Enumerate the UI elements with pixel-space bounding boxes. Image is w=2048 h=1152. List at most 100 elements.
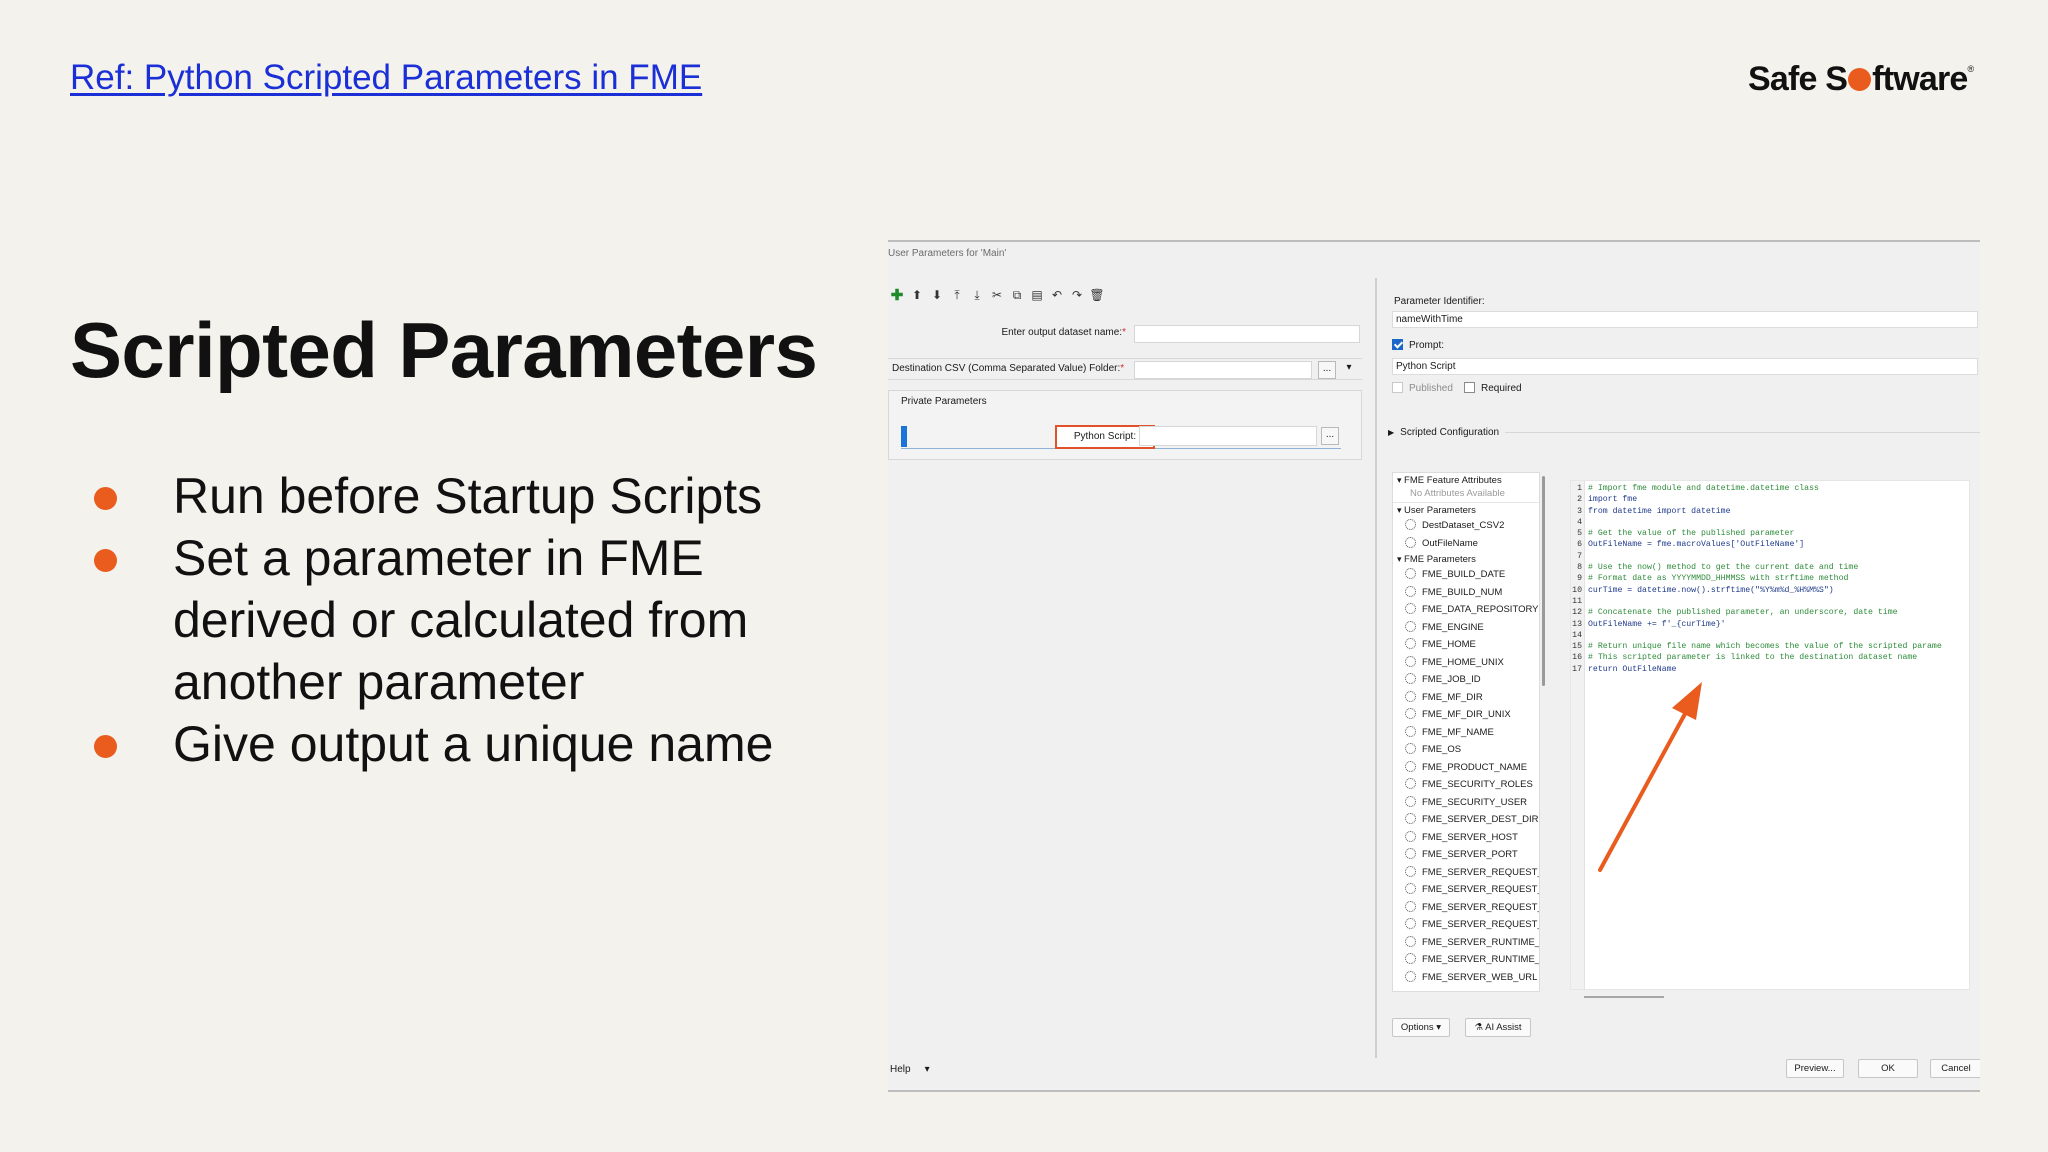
bullet-item: Run before Startup Scripts xyxy=(92,465,812,527)
tree-item[interactable]: FME_SERVER_REQUEST_I xyxy=(1393,864,1539,882)
tree-item-label: FME_SERVER_HOST xyxy=(1422,831,1518,843)
parameter-icon xyxy=(1405,743,1416,754)
tree-item[interactable]: FME_SECURITY_ROLES xyxy=(1393,776,1539,794)
delete-icon[interactable]: 🗑 xyxy=(1088,288,1106,302)
parameter-icon xyxy=(1405,813,1416,824)
ai-assist-button[interactable]: ⚗ AI Assist xyxy=(1465,1018,1531,1037)
tree-item[interactable]: FME_SERVER_RUNTIME_I xyxy=(1393,934,1539,952)
tree-item[interactable]: FME_HOME xyxy=(1393,636,1539,654)
preview-button[interactable]: Preview... xyxy=(1786,1059,1844,1078)
required-checkbox[interactable] xyxy=(1464,382,1475,393)
tree-item[interactable]: FME_JOB_ID xyxy=(1393,671,1539,689)
tree-item[interactable]: FME_ENGINE xyxy=(1393,619,1539,637)
parameter-icon xyxy=(1405,918,1416,929)
line-number: 5 xyxy=(1577,529,1582,539)
code-line: 4 xyxy=(1571,517,1969,528)
expand-triangle-icon: ▶ xyxy=(1388,428,1395,437)
move-down-icon[interactable]: ⬇ xyxy=(928,288,946,302)
tree-item[interactable]: OutFileName xyxy=(1393,535,1539,553)
tree-section-feature-attributes[interactable]: FME Feature Attributes xyxy=(1393,473,1539,487)
scripted-config-header[interactable]: ▶ Scripted Configuration xyxy=(1388,427,1980,438)
browse-button[interactable]: ... xyxy=(1318,361,1336,379)
code-line: 8 # Use the now() method to get the curre… xyxy=(1571,562,1969,573)
undo-icon[interactable]: ↶ xyxy=(1048,288,1066,302)
chevron-down-icon[interactable]: ▾ xyxy=(1340,361,1358,379)
tree-item-label: FME_SERVER_REQUEST_N xyxy=(1422,884,1539,895)
code-line: 5 # Get the value of the published parame… xyxy=(1571,528,1969,539)
tree-item-label: FME_MF_DIR xyxy=(1422,691,1483,703)
tree-item[interactable]: FME_MF_DIR xyxy=(1393,689,1539,707)
parameter-icon xyxy=(1405,778,1416,789)
parameter-icon xyxy=(1405,865,1416,877)
line-number: 6 xyxy=(1577,540,1582,550)
tree-item[interactable]: FME_SERVER_REQUEST_F xyxy=(1393,899,1539,917)
tree-item[interactable]: FME_OS xyxy=(1393,741,1539,759)
code-line: 9 # Format date as YYYYMMDD_HHMMSS with s… xyxy=(1571,573,1969,584)
code-line: 1 # Import fme module and datetime.dateti… xyxy=(1571,483,1969,494)
tree-item[interactable]: FME_MF_NAME xyxy=(1393,724,1539,742)
tree-item[interactable]: FME_MF_DIR_UNIX xyxy=(1393,706,1539,724)
identifier-field[interactable]: nameWithTime xyxy=(1392,311,1978,328)
tree-item[interactable]: FME_SERVER_DEST_DIR xyxy=(1393,811,1539,829)
selection-marker xyxy=(901,426,907,447)
editor-h-scrollbar[interactable] xyxy=(1584,996,1664,998)
tree-item[interactable]: FME_SERVER_RUNTIME_I xyxy=(1393,951,1539,969)
cut-icon[interactable]: ✂ xyxy=(988,288,1006,302)
python-script-field[interactable] xyxy=(1139,426,1317,446)
line-number: 13 xyxy=(1572,619,1582,629)
code-line: 6 OutFileName = fme.macroValues['OutFileN… xyxy=(1571,539,1969,550)
section-rule xyxy=(1505,432,1980,433)
slide-title: Scripted Parameters xyxy=(70,306,818,394)
move-top-icon[interactable]: ⤒ xyxy=(948,288,966,303)
prompt-field[interactable]: Python Script xyxy=(1392,358,1978,375)
add-icon[interactable]: ✚ xyxy=(888,286,906,304)
parameter-icon xyxy=(1405,708,1416,719)
paste-icon[interactable]: ▤ xyxy=(1028,288,1046,302)
options-button[interactable]: Options ▾ xyxy=(1392,1018,1450,1037)
tree-section-user-parameters[interactable]: User Parameters xyxy=(1393,503,1539,517)
cancel-button[interactable]: Cancel xyxy=(1930,1059,1980,1078)
published-checkbox[interactable] xyxy=(1392,382,1403,393)
tree-item-label: FME_DATA_REPOSITORY xyxy=(1422,604,1539,615)
prompt-label: Prompt: xyxy=(1409,340,1445,351)
help-button[interactable]: Help ▾ xyxy=(890,1064,930,1075)
dialog-title: User Parameters for 'Main' xyxy=(888,248,1007,259)
tree-item[interactable]: FME_BUILD_NUM xyxy=(1393,584,1539,602)
tree-item[interactable]: FME_SERVER_PORT xyxy=(1393,846,1539,864)
tree-item-label: FME_BUILD_DATE xyxy=(1422,569,1506,580)
bullet-text: Set a parameter in FME derived or calcul… xyxy=(173,530,749,710)
parameter-icon xyxy=(1405,655,1416,667)
flask-icon: ⚗ xyxy=(1474,1022,1483,1033)
python-script-browse-button[interactable]: ... xyxy=(1321,427,1339,445)
code-line: 10 curTime = datetime.now().strftime("%Y%… xyxy=(1571,585,1969,596)
tree-item[interactable]: FME_SECURITY_USER xyxy=(1393,794,1539,812)
tree-item[interactable]: DestDataset_CSV2 xyxy=(1393,517,1539,535)
bullet-text: Give output a unique name xyxy=(173,716,774,772)
move-bottom-icon[interactable]: ⤓ xyxy=(968,288,986,303)
parameter-icon xyxy=(1405,536,1416,548)
pane-divider[interactable] xyxy=(1375,278,1377,1058)
code-text: # Use the now() method to get the curren… xyxy=(1588,563,1859,573)
tree-item[interactable]: FME_BUILD_DATE xyxy=(1393,566,1539,584)
required-row: Required xyxy=(1464,382,1522,394)
ok-button[interactable]: OK xyxy=(1858,1059,1918,1078)
tree-item[interactable]: FME_SERVER_REQUEST_U xyxy=(1393,916,1539,934)
tree-item[interactable]: FME_PRODUCT_NAME xyxy=(1393,759,1539,777)
redo-icon[interactable]: ↷ xyxy=(1068,288,1086,302)
prompt-checkbox[interactable] xyxy=(1392,339,1403,350)
dest-folder-field[interactable] xyxy=(1134,361,1312,379)
move-up-icon[interactable]: ⬆ xyxy=(908,288,926,302)
reference-link[interactable]: Ref: Python Scripted Parameters in FME xyxy=(70,58,702,98)
tree-item[interactable]: FME_SERVER_REQUEST_N xyxy=(1393,881,1539,899)
tree-item[interactable]: FME_DATA_REPOSITORY xyxy=(1393,601,1539,619)
tree-scrollbar[interactable] xyxy=(1542,476,1545,686)
output-name-field[interactable] xyxy=(1134,325,1360,343)
parameter-icon xyxy=(1405,795,1416,807)
tree-item[interactable]: FME_HOME_UNIX xyxy=(1393,654,1539,672)
tree-item[interactable]: FME_SERVER_HOST xyxy=(1393,829,1539,847)
tree-section-fme-parameters[interactable]: FME Parameters xyxy=(1393,552,1539,566)
output-name-label: Enter output dataset name:* xyxy=(1001,327,1126,338)
copy-icon[interactable]: ⧉ xyxy=(1008,288,1026,303)
tree-item-label: FME_SERVER_RUNTIME_I xyxy=(1422,954,1539,965)
tree-item[interactable]: FME_SERVER_WEB_URL xyxy=(1393,969,1539,987)
